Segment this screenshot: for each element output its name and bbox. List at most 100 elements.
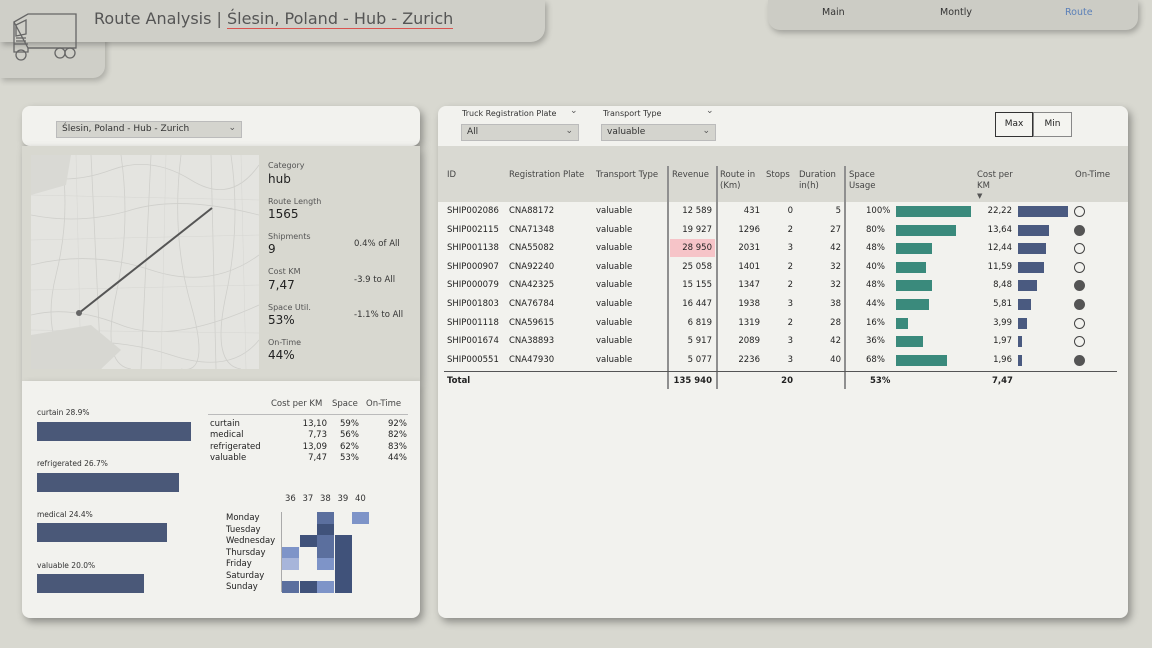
kpi-shipments-label: Shipments (268, 232, 311, 241)
truck-icon (13, 13, 77, 61)
col-transport-type[interactable]: Transport Type (596, 170, 658, 181)
nav-main[interactable]: Main (822, 7, 845, 18)
on-time-filled-icon (1074, 224, 1085, 236)
cell-stops: 2 (787, 280, 793, 291)
kpi-space-delta: -1.1% to All (354, 310, 404, 320)
col-route-km[interactable]: Route in (Km) (720, 170, 762, 192)
cell-id[interactable]: SHIP002115 (447, 225, 499, 235)
heatmap-cell[interactable] (317, 558, 334, 570)
heatmap-cell[interactable] (317, 581, 334, 593)
cost-bar (1018, 280, 1038, 292)
nav-montly[interactable]: Montly (940, 7, 972, 18)
chevron-down-icon[interactable]: ⌄ (706, 106, 714, 116)
cell-duration: 27 (830, 224, 841, 235)
cell-id[interactable]: SHIP000079 (447, 280, 499, 290)
space-bar (896, 299, 929, 310)
cell-duration: 28 (830, 317, 841, 328)
col-cost-per-km[interactable]: Cost per KM (977, 170, 1017, 192)
col-cost-per-km: Cost per KM (271, 399, 323, 409)
type-filter-dropdown[interactable]: valuable ⌄ (601, 124, 716, 141)
heatmap-cell[interactable] (334, 558, 352, 570)
heatmap-cell[interactable] (334, 535, 352, 547)
col-registration-plate[interactable]: Registration Plate (509, 170, 584, 181)
cell-revenue: 25 058 (682, 261, 712, 272)
kpi-cost-value: 7,47 (268, 278, 295, 292)
heatmap-day-label: Saturday (226, 570, 265, 581)
space-bar (896, 317, 908, 329)
cost-bar (1018, 354, 1023, 366)
heatmap-cell[interactable] (282, 581, 299, 593)
summary-row-cost: 13,10 (302, 419, 327, 429)
heatmap-cell[interactable] (299, 535, 317, 547)
heatmap-cell[interactable] (334, 546, 352, 558)
col-revenue[interactable]: Revenue (672, 170, 709, 181)
cell-type: valuable (596, 224, 633, 235)
total-stops: 20 (781, 376, 793, 386)
col-duration[interactable]: Duration in(h) (799, 170, 843, 192)
category-bar[interactable] (37, 523, 168, 542)
col-space-usage[interactable]: Space Usage (849, 170, 889, 192)
cell-plate: CNA76784 (509, 299, 555, 309)
cell-id[interactable]: SHIP001803 (447, 299, 499, 309)
heatmap-cell[interactable] (317, 546, 334, 558)
cell-space: 48% (866, 243, 885, 254)
title-route-name: Ślesin, Poland - Hub - Zurich (227, 9, 454, 29)
category-label: medical 24.4% (37, 510, 93, 519)
total-cost: 7,47 (992, 376, 1013, 386)
cell-type: valuable (596, 280, 633, 291)
min-button[interactable]: Min (1033, 112, 1072, 137)
kpi-space-label: Space Util. (268, 303, 311, 312)
cell-cost: 22,22 (987, 206, 1012, 216)
cell-revenue: 5 917 (687, 336, 712, 347)
cell-id[interactable]: SHIP001138 (447, 243, 499, 253)
heatmap-day-label: Friday (226, 559, 252, 569)
category-bar[interactable] (37, 422, 191, 441)
col-id[interactable]: ID (447, 170, 456, 181)
heatmap-cell[interactable] (317, 512, 334, 524)
heatmap-week-label: 38 (320, 494, 331, 504)
cell-revenue: 19 927 (682, 224, 712, 235)
summary-row-cost: 7,73 (308, 430, 327, 441)
space-bar (896, 354, 947, 366)
heatmap-cell[interactable] (334, 569, 352, 581)
cell-type: valuable (596, 317, 633, 328)
cell-route-km: 1347 (738, 280, 760, 291)
cell-id[interactable]: SHIP001674 (447, 336, 499, 346)
category-bar[interactable] (37, 473, 180, 492)
on-time-filled-icon (1074, 354, 1085, 366)
column-separator (716, 166, 718, 389)
nav-route[interactable]: Route (1065, 7, 1093, 18)
col-on-time: On-Time (366, 399, 402, 409)
heatmap-cell[interactable] (352, 512, 369, 524)
cell-cost: 1,97 (993, 336, 1012, 347)
heatmap-cell[interactable] (282, 558, 299, 570)
heatmap-cell[interactable] (317, 535, 334, 547)
cell-cost: 5,81 (993, 299, 1012, 309)
heatmap-cell[interactable] (317, 523, 334, 535)
heatmap-cell[interactable] (299, 581, 317, 593)
cell-id[interactable]: SHIP001118 (447, 318, 499, 328)
cost-bar (1018, 299, 1032, 310)
heatmap-cell[interactable] (334, 581, 352, 593)
route-select-dropdown[interactable]: Ślesin, Poland - Hub - Zurich ⌄ (56, 121, 242, 138)
cell-id[interactable]: SHIP000551 (447, 355, 499, 365)
kpi-shipments-value: 9 (268, 242, 276, 256)
cell-id[interactable]: SHIP002086 (447, 206, 499, 216)
chevron-down-icon[interactable]: ⌄ (570, 106, 578, 116)
heatmap-cell[interactable] (282, 546, 299, 558)
category-label: curtain 28.9% (37, 408, 90, 417)
cell-plate: CNA38893 (509, 336, 555, 347)
kpi-cost-delta: -3.9 to All (354, 275, 396, 285)
col-on-time[interactable]: On-Time (1075, 170, 1110, 181)
plate-filter-dropdown[interactable]: All ⌄ (461, 124, 579, 141)
col-stops[interactable]: Stops (766, 170, 790, 181)
cell-duration: 42 (830, 243, 841, 254)
max-button[interactable]: Max (995, 112, 1033, 137)
sort-desc-icon: ▼ (977, 192, 983, 200)
cell-route-km: 2236 (738, 354, 760, 365)
kpi-ontime-value: 44% (268, 348, 295, 362)
route-map[interactable] (31, 155, 259, 369)
cell-id[interactable]: SHIP000907 (447, 262, 499, 272)
category-bar[interactable] (37, 574, 144, 593)
summary-row-space: 59% (340, 419, 359, 429)
